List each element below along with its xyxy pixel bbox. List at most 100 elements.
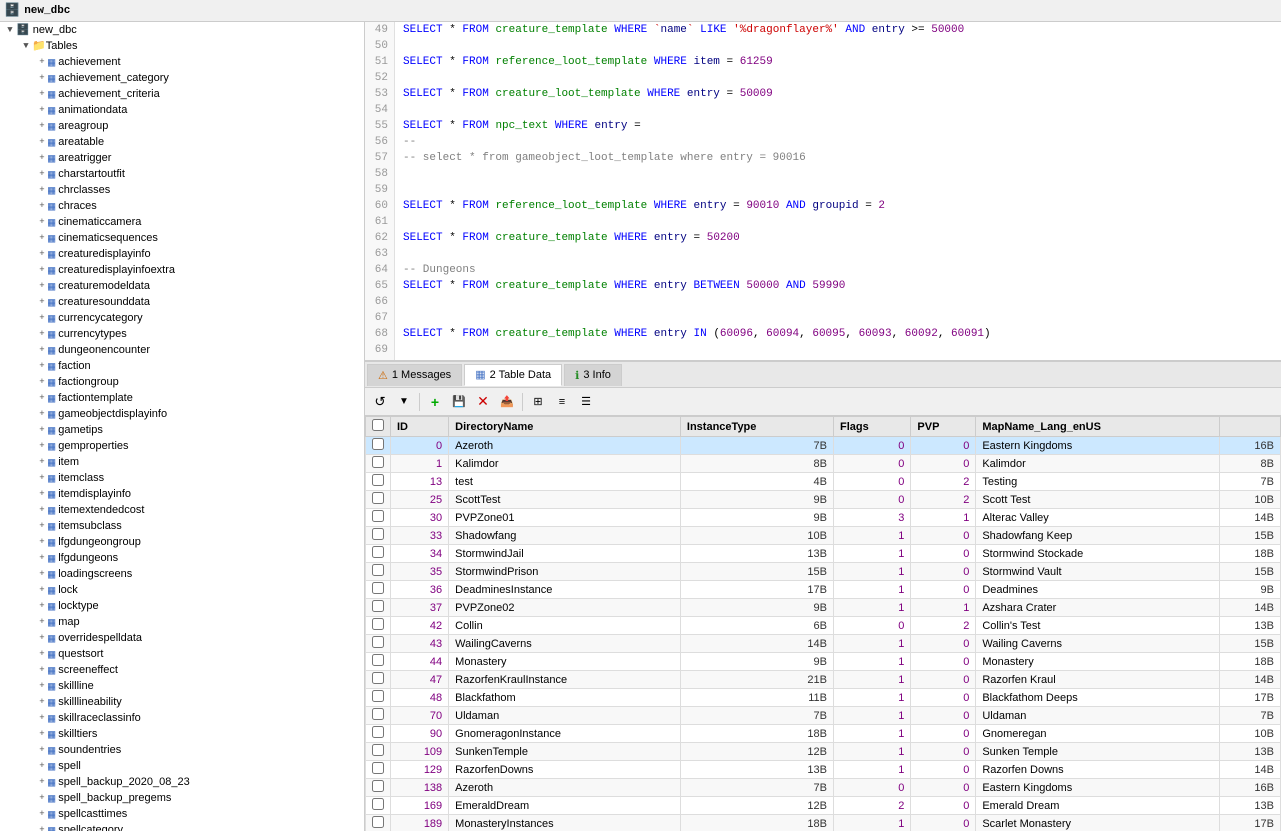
sidebar-item-item[interactable]: + ▦ item	[0, 454, 364, 470]
sidebar-item-creaturedisplayinfoextra[interactable]: + ▦ creaturedisplayinfoextra	[0, 262, 364, 278]
sidebar-item-achievement_category[interactable]: + ▦ achievement_category	[0, 70, 364, 86]
delete-btn[interactable]: ✕	[472, 391, 494, 413]
row-checkbox[interactable]	[372, 510, 384, 522]
col-header-mapname[interactable]: MapName_Lang_enUS	[976, 417, 1220, 437]
sidebar-item-itemclass[interactable]: + ▦ itemclass	[0, 470, 364, 486]
tab-info[interactable]: ℹ 3 Info	[564, 364, 622, 386]
sidebar-item-cinematiccamera[interactable]: + ▦ cinematiccamera	[0, 214, 364, 230]
sidebar-item-faction[interactable]: + ▦ faction	[0, 358, 364, 374]
table-row[interactable]: 25 ScottTest 9B 0 2 Scott Test 10B	[366, 491, 1281, 509]
col-header-checkbox[interactable]	[366, 417, 391, 437]
sidebar-item-gameobjectdisplayinfo[interactable]: + ▦ gameobjectdisplayinfo	[0, 406, 364, 422]
col-header-directoryname[interactable]: DirectoryName	[449, 417, 681, 437]
col-header-instancetype[interactable]: InstanceType	[680, 417, 833, 437]
table-row[interactable]: 34 StormwindJail 13B 1 0 Stormwind Stock…	[366, 545, 1281, 563]
table-row[interactable]: 169 EmeraldDream 12B 2 0 Emerald Dream 1…	[366, 797, 1281, 815]
sidebar-item-spell_backup_pregems[interactable]: + ▦ spell_backup_pregems	[0, 790, 364, 806]
sidebar-item-lfgdungeons[interactable]: + ▦ lfgdungeons	[0, 550, 364, 566]
tab-table-data[interactable]: ▦ 2 Table Data	[464, 364, 562, 386]
table-row[interactable]: 42 Collin 6B 0 2 Collin's Test 13B	[366, 617, 1281, 635]
sidebar-item-currencytypes[interactable]: + ▦ currencytypes	[0, 326, 364, 342]
table-row[interactable]: 47 RazorfenKraulInstance 21B 1 0 Razorfe…	[366, 671, 1281, 689]
sidebar-item-creaturesounddata[interactable]: + ▦ creaturesounddata	[0, 294, 364, 310]
table-row[interactable]: 37 PVPZone02 9B 1 1 Azshara Crater 14B	[366, 599, 1281, 617]
save-btn[interactable]: 💾	[448, 391, 470, 413]
col-header-size[interactable]	[1220, 417, 1281, 437]
col-header-pvp[interactable]: PVP	[911, 417, 976, 437]
row-checkbox[interactable]	[372, 708, 384, 720]
row-checkbox[interactable]	[372, 672, 384, 684]
sidebar-root[interactable]: ▼ 🗄️ new_dbc	[0, 22, 364, 38]
sidebar-item-spellcasttimes[interactable]: + ▦ spellcasttimes	[0, 806, 364, 822]
sidebar-item-locktype[interactable]: + ▦ locktype	[0, 598, 364, 614]
sidebar-item-questsort[interactable]: + ▦ questsort	[0, 646, 364, 662]
add-row-btn[interactable]: +	[424, 391, 446, 413]
row-checkbox[interactable]	[372, 456, 384, 468]
row-checkbox[interactable]	[372, 798, 384, 810]
sidebar-tables-group[interactable]: ▼ 📁 Tables	[0, 38, 364, 54]
sidebar-item-currencycategory[interactable]: + ▦ currencycategory	[0, 310, 364, 326]
tab-messages[interactable]: ⚠ 1 Messages	[367, 364, 462, 386]
table-row[interactable]: 13 test 4B 0 2 Testing 7B	[366, 473, 1281, 491]
select-all-checkbox[interactable]	[372, 419, 384, 431]
row-checkbox[interactable]	[372, 654, 384, 666]
table-row[interactable]: 33 Shadowfang 10B 1 0 Shadowfang Keep 15…	[366, 527, 1281, 545]
sidebar-item-map[interactable]: + ▦ map	[0, 614, 364, 630]
sidebar-item-cinematicsequences[interactable]: + ▦ cinematicsequences	[0, 230, 364, 246]
row-checkbox[interactable]	[372, 528, 384, 540]
sidebar-item-achievement_criteria[interactable]: + ▦ achievement_criteria	[0, 86, 364, 102]
export-btn[interactable]: 📤	[496, 391, 518, 413]
sidebar-item-screeneffect[interactable]: + ▦ screeneffect	[0, 662, 364, 678]
sidebar-item-areatable[interactable]: + ▦ areatable	[0, 134, 364, 150]
table-row[interactable]: 1 Kalimdor 8B 0 0 Kalimdor 8B	[366, 455, 1281, 473]
sidebar-item-spell_backup_2020_08_23[interactable]: + ▦ spell_backup_2020_08_23	[0, 774, 364, 790]
sidebar-item-overridespelldata[interactable]: + ▦ overridespelldata	[0, 630, 364, 646]
row-checkbox[interactable]	[372, 492, 384, 504]
sidebar-item-spellcategory[interactable]: + ▦ spellcategory	[0, 822, 364, 831]
table-row[interactable]: 35 StormwindPrison 15B 1 0 Stormwind Vau…	[366, 563, 1281, 581]
row-checkbox[interactable]	[372, 474, 384, 486]
sidebar-item-lock[interactable]: + ▦ lock	[0, 582, 364, 598]
refresh-btn[interactable]: ↺	[369, 391, 391, 413]
sidebar-item-itemsubclass[interactable]: + ▦ itemsubclass	[0, 518, 364, 534]
row-checkbox[interactable]	[372, 618, 384, 630]
sidebar-item-creaturemodeldata[interactable]: + ▦ creaturemodeldata	[0, 278, 364, 294]
filter-btn[interactable]: ▼	[393, 391, 415, 413]
text-view-btn[interactable]: ☰	[575, 391, 597, 413]
table-row[interactable]: 138 Azeroth 7B 0 0 Eastern Kingdoms 16B	[366, 779, 1281, 797]
sidebar-item-animationdata[interactable]: + ▦ animationdata	[0, 102, 364, 118]
row-checkbox[interactable]	[372, 438, 384, 450]
sidebar-item-itemextendedcost[interactable]: + ▦ itemextendedcost	[0, 502, 364, 518]
row-checkbox[interactable]	[372, 636, 384, 648]
row-checkbox[interactable]	[372, 582, 384, 594]
table-row[interactable]: 36 DeadminesInstance 17B 1 0 Deadmines 9…	[366, 581, 1281, 599]
row-checkbox[interactable]	[372, 726, 384, 738]
sidebar-item-spell[interactable]: + ▦ spell	[0, 758, 364, 774]
table-row[interactable]: 44 Monastery 9B 1 0 Monastery 18B	[366, 653, 1281, 671]
sidebar-item-skillraceclassinfo[interactable]: + ▦ skillraceclassinfo	[0, 710, 364, 726]
sidebar-item-gametips[interactable]: + ▦ gametips	[0, 422, 364, 438]
sidebar-item-soundentries[interactable]: + ▦ soundentries	[0, 742, 364, 758]
table-row[interactable]: 48 Blackfathom 11B 1 0 Blackfathom Deeps…	[366, 689, 1281, 707]
sidebar-item-loadingscreens[interactable]: + ▦ loadingscreens	[0, 566, 364, 582]
table-row[interactable]: 189 MonasteryInstances 18B 1 0 Scarlet M…	[366, 815, 1281, 831]
sidebar-item-charstartoutfit[interactable]: + ▦ charstartoutfit	[0, 166, 364, 182]
sidebar-item-skilltiers[interactable]: + ▦ skilltiers	[0, 726, 364, 742]
table-row[interactable]: 43 WailingCaverns 14B 1 0 Wailing Cavern…	[366, 635, 1281, 653]
sidebar-item-skilllineability[interactable]: + ▦ skilllineability	[0, 694, 364, 710]
sidebar-item-achievement[interactable]: + ▦ achievement	[0, 54, 364, 70]
grid-view-btn[interactable]: ⊞	[527, 391, 549, 413]
form-view-btn[interactable]: ≡	[551, 391, 573, 413]
sidebar-item-gemproperties[interactable]: + ▦ gemproperties	[0, 438, 364, 454]
table-row[interactable]: 0 Azeroth 7B 0 0 Eastern Kingdoms 16B	[366, 437, 1281, 455]
table-row[interactable]: 90 GnomeragonInstance 18B 1 0 Gnomeregan…	[366, 725, 1281, 743]
row-checkbox[interactable]	[372, 600, 384, 612]
sidebar-item-factiontemplate[interactable]: + ▦ factiontemplate	[0, 390, 364, 406]
row-checkbox[interactable]	[372, 690, 384, 702]
table-row[interactable]: 30 PVPZone01 9B 3 1 Alterac Valley 14B	[366, 509, 1281, 527]
row-checkbox[interactable]	[372, 762, 384, 774]
row-checkbox[interactable]	[372, 564, 384, 576]
sidebar-item-skillline[interactable]: + ▦ skillline	[0, 678, 364, 694]
sidebar-item-areatrigger[interactable]: + ▦ areatrigger	[0, 150, 364, 166]
row-checkbox[interactable]	[372, 780, 384, 792]
